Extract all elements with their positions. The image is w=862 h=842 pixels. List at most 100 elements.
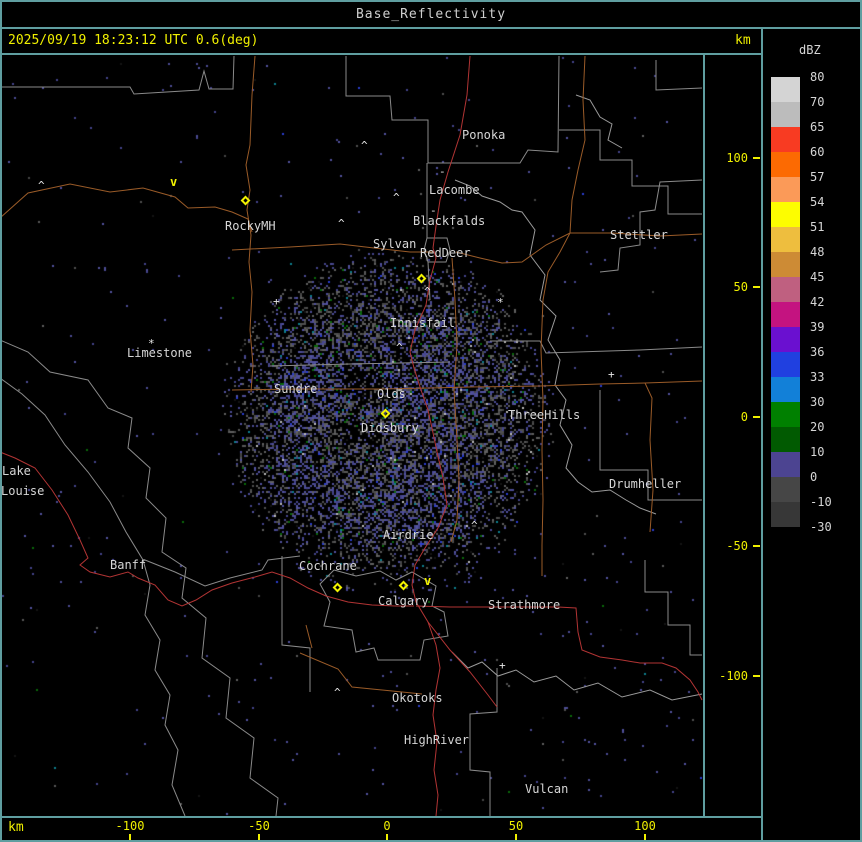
city-label: HighRiver (404, 733, 470, 747)
city-label: Sundre (274, 382, 318, 396)
city-label: Strathmore (488, 598, 561, 612)
colorbar-swatch (771, 402, 800, 427)
colorbar-panel: dBZ 80 70 65 60 57 54 51 48 45 42 39 36 33 30 20 10 0 -10… (763, 29, 862, 842)
colorbar-swatch (771, 177, 800, 202)
right-axis-unit-label: km (735, 33, 751, 48)
town-marker: + (499, 659, 506, 672)
right-axis-tick-label: 50 (733, 280, 748, 294)
window-title: Base_Reflectivity (355, 7, 507, 22)
map-viewport[interactable]: Ponoka Lacombe Blackfalds Sylvan RedDeer Rock… (1, 55, 703, 816)
city-label: Calgary (378, 594, 429, 608)
town-marker: ^ (334, 686, 341, 699)
town-marker: ^ (338, 217, 345, 230)
highway-line (415, 605, 703, 701)
colorbar-tick-label: 33 (810, 370, 825, 384)
colorbar-swatch (771, 352, 800, 377)
city-label: Vulcan (525, 782, 569, 796)
county-boundary-line (269, 361, 451, 367)
secondary-road-line (540, 232, 571, 576)
town-marker: ^ (396, 341, 403, 354)
colorbar-tick-label: 36 (810, 345, 825, 359)
secondary-road-line (305, 624, 313, 649)
city-label: RockyMH (225, 219, 276, 233)
county-boundary-line (2, 340, 279, 816)
colorbar-tick-label: 0 (810, 470, 818, 484)
highway-line (2, 452, 414, 607)
town-marker: - (430, 204, 437, 217)
secondary-road-line (450, 257, 460, 543)
border-left (0, 0, 2, 842)
map-lines-layer (2, 55, 703, 816)
right-axis-tick-label: -100 (719, 669, 748, 683)
right-axis-tick-mark (753, 675, 760, 677)
colorbar-tick-label: 80 (810, 70, 825, 84)
city-label: Ponoka (462, 128, 506, 142)
colorbar-tick-label: 65 (810, 120, 825, 134)
colorbar-tick-label: 42 (810, 295, 825, 309)
right-axis-tick-label: -50 (726, 539, 748, 553)
radar-application-window: { "window": { "title": "Base_Reflectivit… (0, 0, 862, 842)
river-line (451, 651, 703, 701)
colorbar-tick-label: 45 (810, 270, 825, 284)
city-label: Louise (1, 484, 45, 498)
colorbar-swatch (771, 302, 800, 327)
county-boundary-line (599, 179, 703, 273)
colorbar-swatch (771, 452, 800, 477)
right-axis-tick-label: 0 (740, 410, 748, 424)
secondary-road-line (569, 55, 586, 234)
map-bottom-border (0, 816, 763, 818)
colorbar-tick-label: 51 (810, 220, 825, 234)
city-label: Blackfalds (413, 214, 486, 228)
colorbar-tick-label: 30 (810, 395, 825, 409)
town-marker: * (148, 337, 155, 350)
city-label: Sylvan (373, 237, 417, 251)
bottom-axis-tick-label: -100 (115, 819, 145, 833)
colorbar-tick-label: 39 (810, 320, 825, 334)
city-label: Lake (2, 464, 31, 478)
city-label: Okotoks (392, 691, 443, 705)
city-label: Limestone (127, 346, 193, 360)
wind-marker: v (424, 574, 432, 588)
colorbar-swatch (771, 277, 800, 302)
colorbar-tick-label: 70 (810, 95, 825, 109)
town-marker: - (439, 165, 446, 178)
colorbar-swatch (771, 77, 800, 102)
infobar-divider (0, 53, 763, 55)
bottom-axis-tick-label: 0 (383, 819, 391, 833)
border-top (0, 0, 862, 2)
town-marker: ^ (393, 191, 400, 204)
colorbar-swatch (771, 477, 800, 502)
county-boundary-line (2, 378, 186, 816)
city-label: Stettler (610, 228, 668, 242)
city-label: Olds (377, 387, 406, 401)
colorbar-swatch (771, 377, 800, 402)
county-boundary-line (655, 60, 703, 91)
county-boundary-line (644, 560, 702, 656)
colorbar-tick-label: 20 (810, 420, 825, 434)
map-right-border (703, 53, 705, 818)
bottom-axis-tick-label: -50 (248, 819, 270, 833)
town-marker: ^ (361, 139, 368, 152)
city-label: Lacombe (429, 183, 480, 197)
town-marker: + (273, 295, 280, 308)
right-axis-tick-mark (753, 286, 760, 288)
secondary-road-line (644, 382, 654, 533)
city-label: Airdrie (383, 528, 434, 542)
colorbar-tick-label: -30 (810, 520, 832, 534)
panel-divider (761, 27, 763, 842)
titlebar-divider (0, 27, 862, 29)
colorbar-tick-label: -10 (810, 495, 832, 509)
colorbar-tick-label: 48 (810, 245, 825, 259)
county-boundary-line (469, 668, 498, 816)
colorbar-tick-label: 10 (810, 445, 825, 459)
colorbar-swatch (771, 502, 800, 527)
colorbar-swatch (771, 152, 800, 177)
town-marker: ^ (38, 179, 45, 192)
colorbar-swatch (771, 102, 800, 127)
city-label: RedDeer (420, 246, 471, 260)
city-label: Banff (110, 558, 147, 572)
city-label: Cochrane (299, 559, 357, 573)
wind-marker: v (170, 175, 178, 189)
colorbar-swatch (771, 202, 800, 227)
colorbar-tick-label: 60 (810, 145, 825, 159)
